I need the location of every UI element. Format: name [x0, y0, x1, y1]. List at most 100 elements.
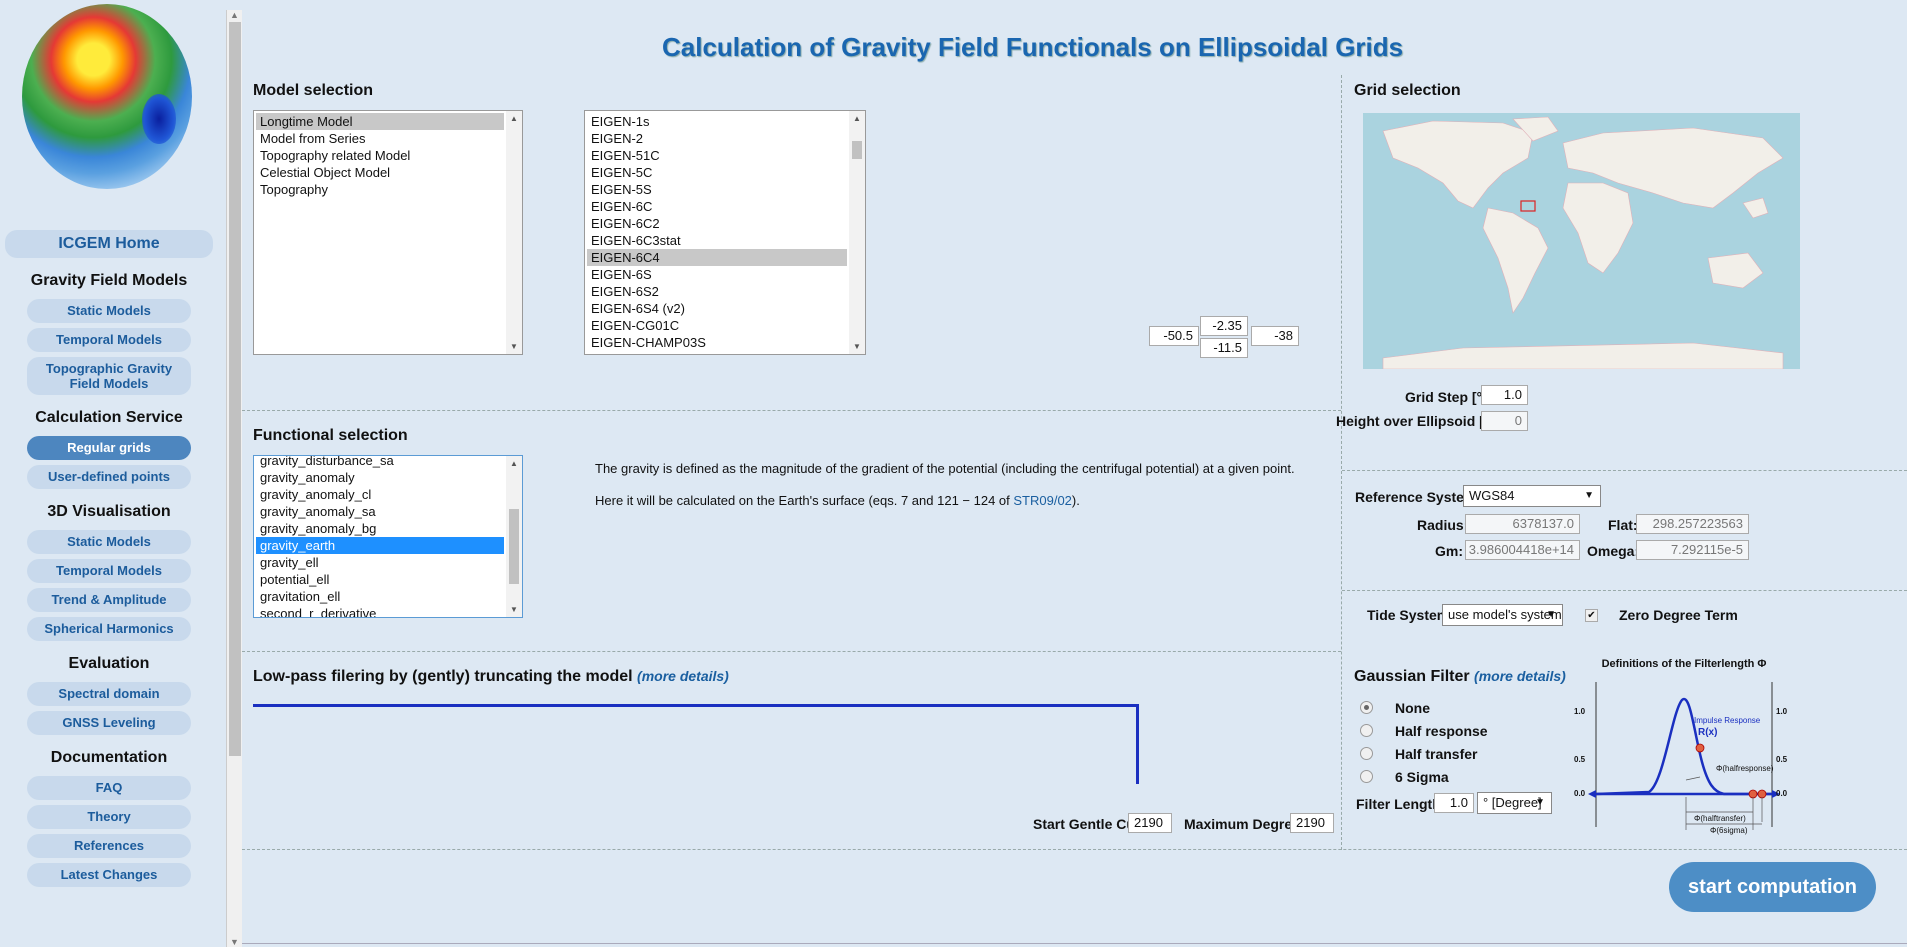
scroll-up-icon[interactable]: ▲: [230, 10, 239, 20]
list-item[interactable]: EIGEN-1s: [587, 113, 847, 130]
list-item[interactable]: Model from Series: [256, 130, 504, 147]
height-input[interactable]: 0: [1481, 411, 1528, 431]
grid-east-input[interactable]: -38: [1251, 326, 1299, 346]
nav-temporal-models[interactable]: Temporal Models: [27, 328, 191, 352]
nav-3d-static-models[interactable]: Static Models: [27, 530, 191, 554]
grid-north-input[interactable]: -2.35: [1200, 316, 1248, 336]
grid-south-input[interactable]: -11.5: [1200, 338, 1248, 358]
radio-6-sigma[interactable]: [1360, 770, 1373, 783]
nav-spherical-harmonics[interactable]: Spherical Harmonics: [27, 617, 191, 641]
functional-list-scrollbar[interactable]: ▲ ▼: [506, 456, 522, 617]
list-item[interactable]: gravity_anomaly_bg: [256, 520, 504, 537]
model-category-list[interactable]: Longtime Model Model from Series Topograph…: [253, 110, 523, 355]
nav-regular-grids[interactable]: Regular grids: [27, 436, 191, 460]
list-item[interactable]: EIGEN-6C3stat: [587, 232, 847, 249]
lowpass-more-details-link[interactable]: (more details): [637, 668, 729, 684]
nav-latest-changes[interactable]: Latest Changes: [27, 863, 191, 887]
radio-6-sigma-label: 6 Sigma: [1395, 769, 1449, 785]
list-item[interactable]: Topography related Model: [256, 147, 504, 164]
nav-topographic-models[interactable]: Topographic Gravity Field Models: [27, 357, 191, 395]
scroll-down-icon[interactable]: ▼: [510, 342, 518, 351]
list-item[interactable]: EIGEN-CHAMP05S: [587, 351, 847, 354]
model-selection-heading: Model selection: [253, 82, 374, 99]
radio-half-transfer[interactable]: [1360, 747, 1373, 760]
list-item[interactable]: Longtime Model: [256, 113, 504, 130]
scroll-down-icon[interactable]: ▼: [853, 342, 861, 351]
tide-system-select[interactable]: use model's system ▼: [1442, 604, 1563, 626]
list-item[interactable]: EIGEN-6C2: [587, 215, 847, 232]
radio-half-response[interactable]: [1360, 724, 1373, 737]
model-list-scrollbar[interactable]: ▲ ▼: [849, 111, 865, 354]
list-item[interactable]: potential_ell: [256, 571, 504, 588]
grid-step-input[interactable]: 1.0: [1481, 385, 1528, 405]
model-list-thumb[interactable]: [852, 141, 862, 159]
grid-west-input[interactable]: -50.5: [1149, 326, 1199, 346]
list-item[interactable]: EIGEN-6S: [587, 266, 847, 283]
radio-half-transfer-label: Half transfer: [1395, 746, 1478, 762]
omega-input[interactable]: 7.292115e-5: [1636, 540, 1749, 560]
str-reference-link[interactable]: STR09/02: [1013, 493, 1072, 508]
category-list-scrollbar[interactable]: ▲ ▼: [506, 111, 522, 354]
divider: [1342, 590, 1907, 591]
radio-none[interactable]: [1360, 701, 1373, 714]
nav-gnss-leveling[interactable]: GNSS Leveling: [27, 711, 191, 735]
list-item[interactable]: second_r_derivative: [256, 605, 504, 617]
list-item[interactable]: gravity_disturbance_sa: [256, 456, 504, 469]
start-gentle-cut-input[interactable]: 2190: [1128, 813, 1172, 833]
world-map[interactable]: [1363, 113, 1800, 369]
functional-list[interactable]: gravity_disturbance_sa gravity_anomaly gra…: [253, 455, 523, 618]
list-item[interactable]: gravity_anomaly_cl: [256, 486, 504, 503]
gaussian-more-details-link[interactable]: (more details): [1474, 668, 1566, 684]
list-item[interactable]: EIGEN-51C: [587, 147, 847, 164]
max-degree-input[interactable]: 2190: [1290, 813, 1334, 833]
nav-static-models[interactable]: Static Models: [27, 299, 191, 323]
list-item[interactable]: EIGEN-6C: [587, 198, 847, 215]
list-item[interactable]: gravity_earth: [256, 537, 504, 554]
scroll-down-icon[interactable]: ▼: [230, 937, 239, 947]
chevron-down-icon: ▼: [1584, 490, 1594, 501]
list-item[interactable]: EIGEN-5S: [587, 181, 847, 198]
sidebar-scrollbar[interactable]: ▲ ▼: [226, 10, 242, 947]
nav-user-defined-points[interactable]: User-defined points: [27, 465, 191, 489]
nav-faq[interactable]: FAQ: [27, 776, 191, 800]
list-item[interactable]: EIGEN-CHAMP03S: [587, 334, 847, 351]
functional-list-thumb[interactable]: [509, 509, 519, 584]
list-item[interactable]: gravity_ell: [256, 554, 504, 571]
nav-spectral-domain[interactable]: Spectral domain: [27, 682, 191, 706]
model-list[interactable]: EIGEN-1s EIGEN-2 EIGEN-51C EIGEN-5C EIGEN-5S…: [584, 110, 866, 355]
list-item[interactable]: gravity_anomaly_sa: [256, 503, 504, 520]
scroll-up-icon[interactable]: ▲: [510, 459, 518, 468]
reference-system-select[interactable]: WGS84 ▼: [1463, 485, 1601, 507]
scroll-up-icon[interactable]: ▲: [510, 114, 518, 123]
radio-half-response-label: Half response: [1395, 723, 1488, 739]
gm-input[interactable]: 3.986004418e+14: [1465, 540, 1580, 560]
flat-input[interactable]: 298.257223563: [1636, 514, 1749, 534]
list-item[interactable]: EIGEN-5C: [587, 164, 847, 181]
scroll-up-icon[interactable]: ▲: [853, 114, 861, 123]
list-item[interactable]: Celestial Object Model: [256, 164, 504, 181]
start-computation-button[interactable]: start computation: [1669, 862, 1876, 912]
scrollbar-thumb[interactable]: [229, 22, 241, 756]
nav-references[interactable]: References: [27, 834, 191, 858]
zero-degree-checkbox[interactable]: ✔: [1585, 609, 1598, 622]
filter-unit-select[interactable]: ° [Degree] ▼: [1477, 792, 1552, 814]
list-item[interactable]: EIGEN-CG01C: [587, 317, 847, 334]
radius-input[interactable]: 6378137.0: [1465, 514, 1580, 534]
gm-label: Gm:: [1435, 543, 1463, 559]
icgem-home-link[interactable]: ICGEM Home: [5, 230, 213, 258]
list-item[interactable]: gravity_anomaly: [256, 469, 504, 486]
geoid-globe-logo[interactable]: [22, 4, 192, 189]
list-item[interactable]: EIGEN-6S2: [587, 283, 847, 300]
list-item[interactable]: EIGEN-2: [587, 130, 847, 147]
scroll-down-icon[interactable]: ▼: [510, 605, 518, 614]
nav-theory[interactable]: Theory: [27, 805, 191, 829]
list-item[interactable]: EIGEN-6C4: [587, 249, 847, 266]
section-title-3d-visualisation: 3D Visualisation: [47, 503, 171, 520]
filter-length-input[interactable]: 1.0: [1434, 793, 1474, 813]
nav-3d-temporal-models[interactable]: Temporal Models: [27, 559, 191, 583]
nav-trend-amplitude[interactable]: Trend & Amplitude: [27, 588, 191, 612]
list-item[interactable]: Topography: [256, 181, 504, 198]
selected-grid-rectangle: [1520, 200, 1536, 212]
list-item[interactable]: EIGEN-6S4 (v2): [587, 300, 847, 317]
list-item[interactable]: gravitation_ell: [256, 588, 504, 605]
